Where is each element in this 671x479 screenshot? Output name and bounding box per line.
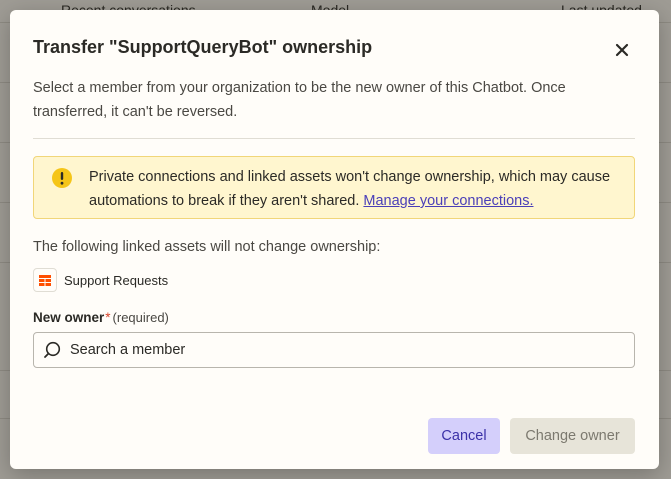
divider	[33, 138, 635, 139]
warning-banner: Private connections and linked assets wo…	[33, 156, 635, 219]
manage-connections-link[interactable]: Manage your connections.	[363, 193, 533, 209]
linked-asset-item: Support Requests	[33, 268, 168, 292]
table-icon	[39, 274, 51, 286]
dialog-description: Select a member from your organization t…	[33, 80, 566, 120]
change-owner-button[interactable]: Change owner	[510, 418, 635, 454]
search-input[interactable]	[70, 342, 610, 358]
required-text: (required)	[112, 310, 169, 325]
close-icon	[615, 43, 629, 57]
linked-assets-label: The following linked assets will not cha…	[33, 239, 381, 255]
warning-text: Private connections and linked assets wo…	[89, 165, 624, 213]
close-button[interactable]	[610, 38, 634, 62]
new-owner-label: New owner* (required)	[33, 310, 169, 325]
asset-icon-box	[33, 268, 57, 292]
cancel-button[interactable]: Cancel	[428, 418, 500, 454]
dialog-title: Transfer "SupportQueryBot" ownership	[33, 37, 373, 57]
new-owner-label-text: New owner	[33, 310, 105, 325]
transfer-ownership-dialog: Transfer "SupportQueryBot" ownership Sel…	[10, 10, 659, 469]
search-icon	[44, 341, 61, 358]
asset-name: Support Requests	[64, 272, 169, 288]
required-star: *	[105, 310, 111, 325]
member-search-field[interactable]	[33, 332, 635, 368]
warning-icon	[52, 168, 72, 188]
